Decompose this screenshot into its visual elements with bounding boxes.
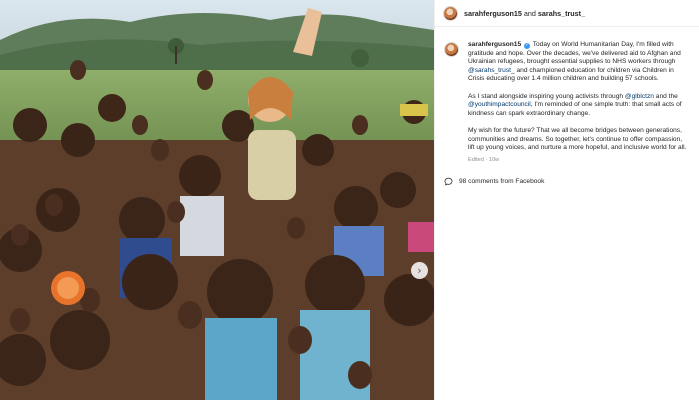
author-username-link[interactable]: sarahferguson15 [464,9,522,18]
post-details-panel: sarahferguson15 and sarahs_trust_ sarahf… [434,0,699,400]
profile-photo[interactable] [443,5,458,21]
mention-link[interactable]: @youthimpactcouncil [468,101,531,108]
comments-link[interactable]: 98 comments from Facebook [435,177,699,186]
caption-text-segment: and the [653,92,678,100]
caption-username-link[interactable]: sarahferguson15 [468,41,521,48]
caption-paragraph-2: As I stand alongside inspiring young act… [468,93,689,119]
post-authors: sarahferguson15 and sarahs_trust_ [464,9,585,18]
next-photo-button[interactable]: › [411,262,428,279]
caption-paragraph-3: My wish for the future? That we all beco… [468,126,687,152]
collaborator-username-link[interactable]: sarahs_trust_ [538,9,585,18]
caption-content: sarahferguson15 ✓ Today on World Humanit… [468,41,689,163]
and-text: and [521,8,538,18]
speech-bubble-icon [444,178,453,186]
post-photo: › [0,0,434,400]
comments-count-label: 98 comments from Facebook [459,178,545,186]
caption-text: sarahferguson15 ✓ Today on World Humanit… [468,41,689,153]
photo-illustration [0,0,434,400]
caption-avatar[interactable] [444,42,459,57]
caption-paragraph-1: sarahferguson15 ✓ Today on World Humanit… [468,41,689,84]
chevron-right-icon: › [417,264,422,277]
caption-block: sarahferguson15 ✓ Today on World Humanit… [435,27,699,163]
mention-link[interactable]: @glblctzn [625,93,654,100]
post-meta: Edited · 10w [468,157,500,164]
post-header: sarahferguson15 and sarahs_trust_ [435,0,699,27]
caption-text-segment: As I stand alongside inspiring young act… [468,92,625,100]
verified-badge-icon: ✓ [523,43,530,49]
mention-link[interactable]: @sarahs_trust_ [468,67,515,74]
